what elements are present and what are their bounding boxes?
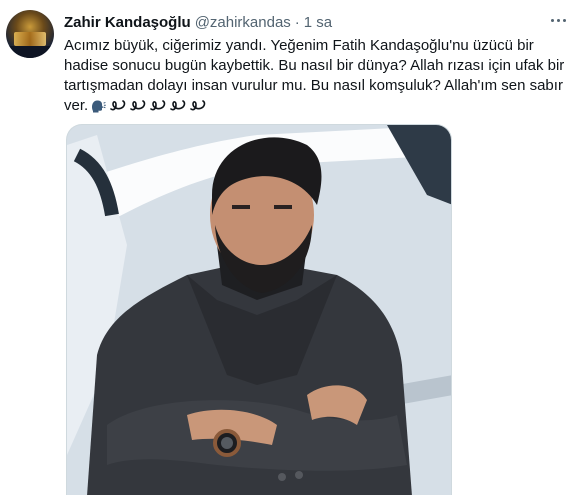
photo-illustration	[67, 125, 451, 495]
photo-watch-face	[221, 437, 233, 449]
emoji-row	[90, 98, 206, 114]
photo-coat-button	[295, 471, 303, 479]
tweet-photo[interactable]	[66, 124, 452, 495]
speaking-head-emoji-icon	[92, 100, 106, 113]
tweet-time[interactable]: 1 sa	[304, 14, 332, 31]
author-name[interactable]: Zahir Kandaşoğlu	[64, 14, 191, 31]
tweet-text-line-last: ver.	[64, 96, 569, 116]
avatar-glow	[14, 32, 46, 46]
loop-emoji-icon	[150, 100, 166, 111]
avatar[interactable]	[6, 10, 54, 58]
avatar-skyline	[6, 46, 54, 58]
loop-emoji-icon	[110, 100, 126, 111]
tweet-text-line: hadise sonucu bugün kaybettik. Bu nasıl …	[64, 57, 565, 74]
loop-emoji-icon	[130, 100, 146, 111]
tweet-text: Acımız büyük, ciğerimiz yandı. Yeğenim F…	[64, 36, 569, 116]
photo-coat-button	[278, 473, 286, 481]
tweet-text-ver: ver.	[64, 97, 89, 114]
loop-emoji-icon	[170, 100, 186, 111]
tweet-header: Zahir Kandaşoğlu @zahirkandas · 1 sa	[64, 12, 332, 32]
more-options-icon[interactable]	[546, 10, 570, 30]
photo-eye-right	[274, 205, 292, 209]
separator-dot: ·	[294, 13, 300, 31]
tweet-text-line: Acımız büyük, ciğerimiz yandı. Yeğenim F…	[64, 37, 534, 54]
tweet-text-line: tartışmadan dolayı insan vurulur mu. Bu …	[64, 77, 563, 94]
author-handle[interactable]: @zahirkandas	[195, 14, 291, 31]
photo-eye-left	[232, 205, 250, 209]
loop-emoji-icon	[190, 100, 206, 111]
